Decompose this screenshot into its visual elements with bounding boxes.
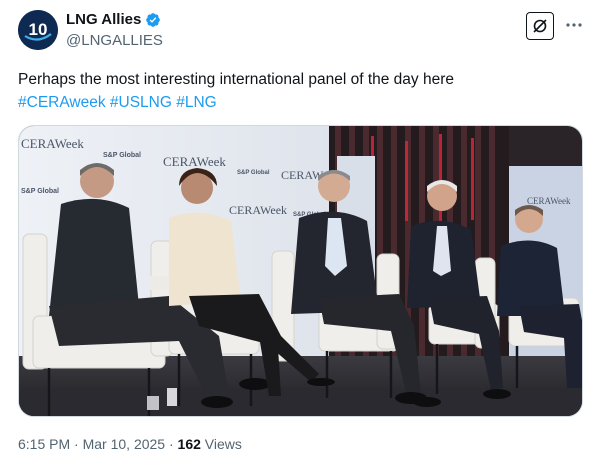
tweet-separator-2: · xyxy=(168,436,178,452)
grok-button[interactable] xyxy=(526,12,554,40)
author-display-name[interactable]: LNG Allies xyxy=(66,11,141,28)
views-label: Views xyxy=(204,436,242,452)
more-options-button[interactable] xyxy=(563,12,585,38)
backdrop-logo-ceraweek-2: CERAWeek xyxy=(163,154,226,169)
tweet-meta: 6:15 PM · Mar 10, 2025 · 162 Views xyxy=(18,436,242,452)
views-count: 162 xyxy=(177,436,201,452)
avatar-logo-icon: 10 xyxy=(18,10,58,50)
backdrop-logo-ceraweek-1: CERAWeek xyxy=(21,136,84,151)
backdrop-logo-spglobal-3: S&P Global xyxy=(237,170,270,176)
tweet-separator: · xyxy=(74,436,83,452)
backdrop-logo-spglobal-1: S&P Global xyxy=(103,152,141,159)
hashtag-lng[interactable]: #LNG xyxy=(176,94,217,111)
avatar[interactable]: 10 xyxy=(18,10,58,50)
avatar-text: 10 xyxy=(29,20,48,39)
backdrop-logo-ceraweek-5: CERAWeek xyxy=(527,196,571,206)
hashtag-line: #CERAweek #USLNG #LNG xyxy=(18,91,578,114)
hashtag-uslng[interactable]: #USLNG xyxy=(110,94,172,111)
more-icon xyxy=(566,23,582,27)
backdrop-logo-spglobal-2: S&P Global xyxy=(21,188,59,195)
tweet-time[interactable]: 6:15 PM xyxy=(18,436,70,452)
verified-badge-icon xyxy=(146,12,161,27)
tweet-text: Perhaps the most interesting internation… xyxy=(18,68,578,114)
backdrop-logo-ceraweek-4: CERAWeek xyxy=(229,203,287,217)
tweet-date[interactable]: Mar 10, 2025 xyxy=(83,436,166,452)
tweet-photo[interactable]: CERAWeek CERAWeek CERAWeek CERAWeek CERA… xyxy=(18,125,583,417)
author-name-row: LNG Allies xyxy=(66,11,161,28)
author-handle[interactable]: @LNGALLIES xyxy=(66,32,163,49)
tweet-body: Perhaps the most interesting internation… xyxy=(18,71,454,88)
hashtag-ceraweek[interactable]: #CERAweek xyxy=(18,94,106,111)
panel-photo-image: CERAWeek CERAWeek CERAWeek CERAWeek CERA… xyxy=(19,126,582,416)
grok-icon xyxy=(533,19,547,33)
